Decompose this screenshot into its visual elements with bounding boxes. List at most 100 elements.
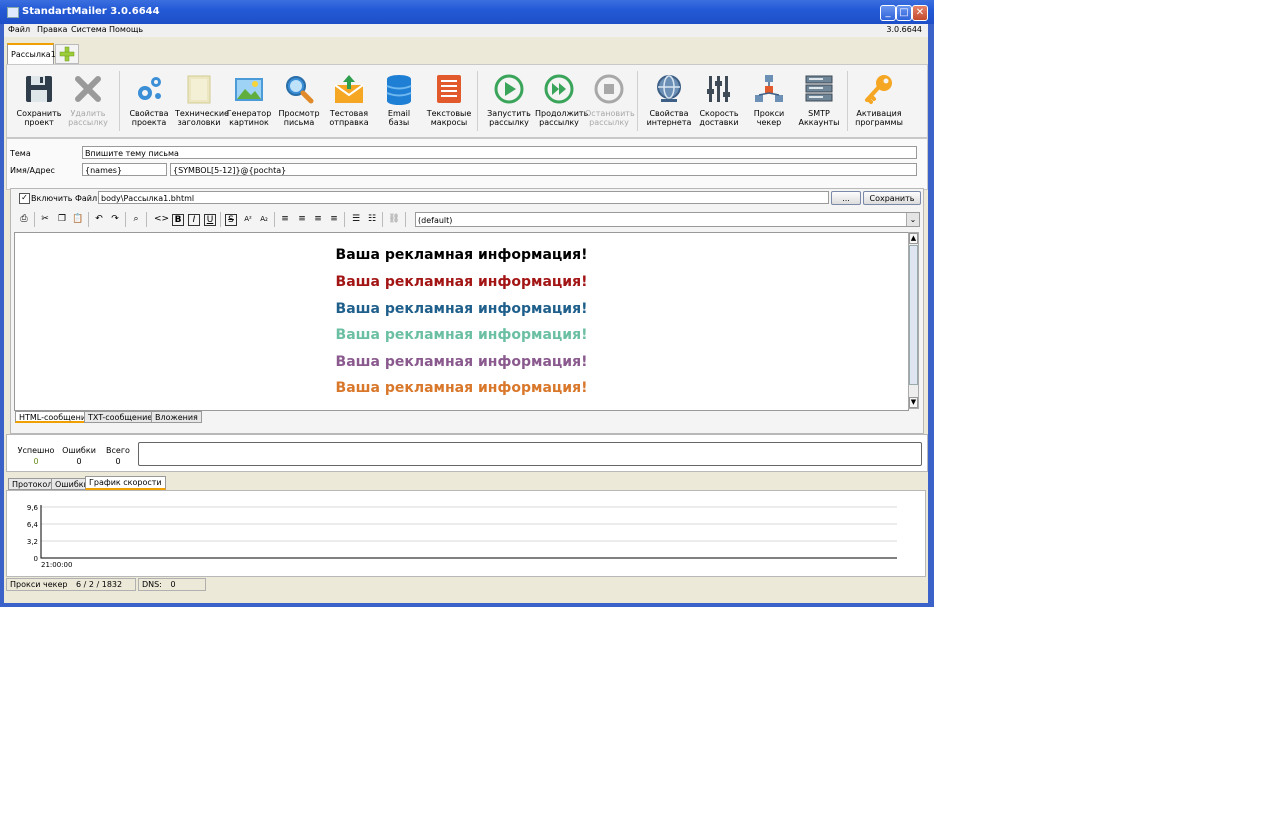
toolbar-button-note[interactable]: Технические заголовки [175,65,229,137]
toolbar-button-label: SMTP Аккаунты [795,109,843,127]
dns-value: 0 [170,580,176,589]
toolbar-button-resume[interactable]: Продолжить рассылку [535,65,589,137]
menu-system[interactable]: Система [71,25,107,34]
tab-html-message[interactable]: HTML-сообщение [15,411,95,423]
toolbar-button-stop[interactable]: Остановить рассылку [585,65,635,137]
strikethrough-icon[interactable]: S [225,214,237,226]
label-line-2: письма [283,118,315,127]
editor-scrollbar[interactable]: ▲ ▼ [908,232,919,409]
chevron-down-icon[interactable]: ⌄ [906,213,919,226]
address-input[interactable]: {SYMBOL[5-12]}@{pochta} [170,163,917,176]
status-message-box [138,442,922,466]
label-line-2: рассылку [489,118,529,127]
label-line-1: Продолжить [535,109,589,118]
toolbar-button-label: Просмотр письма [275,109,323,127]
macros-icon [433,73,465,105]
minimize-button[interactable]: _ [880,5,896,21]
label-line-2: программы [855,118,903,127]
toolbar-button-key[interactable]: Активация программы [855,65,903,137]
toolbar-button-label: Запустить рассылку [485,109,533,127]
html-editor-area[interactable]: Ваша рекламная информация! Ваша рекламна… [14,232,909,411]
toolbar-button-test-send[interactable]: Тестовая отправка [325,65,373,137]
align-right-icon[interactable]: ≡ [311,212,325,226]
tab-project[interactable]: Рассылка1 [7,43,56,65]
chart-axes [40,505,897,559]
print-icon[interactable]: ⎙ [17,212,31,226]
include-file-checkbox[interactable]: ✓ [19,193,30,204]
italic-icon[interactable]: I [188,214,200,226]
bold-icon[interactable]: B [172,214,184,226]
redo-icon[interactable]: ↷ [108,212,122,226]
underline-icon[interactable]: U [204,214,216,226]
toolbar-button-macros[interactable]: Текстовые макросы [425,65,473,137]
maximize-button[interactable]: □ [896,5,912,21]
label-line-1: Email [387,109,411,118]
toolbar-button-image[interactable]: Генератор картинок [225,65,273,137]
scroll-up-icon[interactable]: ▲ [909,233,918,244]
font-select-value: (default) [418,216,453,225]
note-icon [183,73,215,105]
add-tab-button[interactable] [55,44,79,64]
align-justify-icon[interactable]: ≡ [327,212,341,226]
label-line-2: Аккаунты [798,118,840,127]
toolbar-button-sliders[interactable]: Скорость доставки [695,65,743,137]
tab-protocol[interactable]: Протокол [8,478,57,490]
undo-icon[interactable]: ↶ [92,212,106,226]
numbered-list-icon[interactable]: ☷ [365,212,379,226]
speed-chart-panel: 9,6 6,4 3,2 0 21:00:00 [6,490,926,577]
copy-icon[interactable]: ❐ [55,212,69,226]
toolbar-button-label: Свойства интернета [645,109,693,127]
app-window: StandartMailer 3.0.6644 _ □ ✕ Файл Правк… [0,0,934,607]
toolbar-button-server[interactable]: SMTP Аккаунты [795,65,843,137]
version-label: 3.0.6644 [886,25,922,34]
plus-icon [59,46,75,62]
success-count: 0 [33,457,39,466]
ad-line-4: Ваша рекламная информация! [335,327,588,343]
ad-line-2: Ваша рекламная информация! [335,274,588,290]
tab-txt-message[interactable]: TXT-сообщение [84,411,157,423]
save-file-button[interactable]: Сохранить [863,191,921,205]
client-area: Файл Правка Система Помощь 3.0.6644 Расс… [4,24,928,603]
toolbar-button-gears[interactable]: Свойства проекта [125,65,173,137]
find-icon[interactable]: ⌕ [129,212,143,226]
scroll-thumb[interactable] [909,245,918,385]
scroll-down-icon[interactable]: ▼ [909,397,918,408]
tab-speed-chart[interactable]: График скорости [85,476,166,490]
source-code-icon[interactable]: <> [154,212,169,226]
format-toolbar: ⎙ ✂ ❐ 📋 ↶ ↷ ⌕ <> B I U S A² A₂ ≡ ≡ ≡ ≡ ☰… [15,210,920,229]
toolbar-button-database[interactable]: Email базы [375,65,423,137]
toolbar-button-save[interactable]: Сохранить проект [15,65,63,137]
font-select[interactable]: (default) ⌄ [415,212,920,227]
subscript-icon[interactable]: A₂ [257,212,271,226]
toolbar-button-magnifier[interactable]: Просмотр письма [275,65,323,137]
paste-icon[interactable]: 📋 [71,212,85,226]
toolbar-button-globe[interactable]: Свойства интернета [645,65,693,137]
title-bar[interactable]: StandartMailer 3.0.6644 _ □ ✕ [0,0,934,24]
align-center-icon[interactable]: ≡ [295,212,309,226]
name-input[interactable]: {names} [82,163,167,176]
toolbar-button-label: Свойства проекта [125,109,173,127]
label-line-1: Остановить [585,109,635,118]
toolbar-button-delete[interactable]: Удалить рассылку [64,65,112,137]
subject-input[interactable]: Впишите тему письма [82,146,917,159]
align-left-icon[interactable]: ≡ [278,212,292,226]
toolbar-button-network[interactable]: Прокси чекер [745,65,793,137]
browse-button[interactable]: ... [831,191,861,205]
proxy-checker-label: Прокси чекер [10,580,68,589]
project-tabs: Рассылка1 [4,39,928,65]
toolbar-button-label: Email базы [375,109,423,127]
cut-icon[interactable]: ✂ [38,212,52,226]
menu-file[interactable]: Файл [8,25,30,34]
include-file-path[interactable]: body\Рассылка1.bhtml [98,191,829,204]
superscript-icon[interactable]: A² [241,212,255,226]
link-icon[interactable]: ⛓ [387,212,401,226]
key-icon [863,73,895,105]
menu-help[interactable]: Помощь [109,25,143,34]
menu-edit[interactable]: Правка [37,25,67,34]
tab-attachments[interactable]: Вложения [151,411,202,423]
toolbar-button-play[interactable]: Запустить рассылку [485,65,533,137]
image-icon [233,73,265,105]
bullet-list-icon[interactable]: ☰ [349,212,363,226]
toolbar-button-label: Текстовые макросы [425,109,473,127]
close-button[interactable]: ✕ [912,5,928,21]
